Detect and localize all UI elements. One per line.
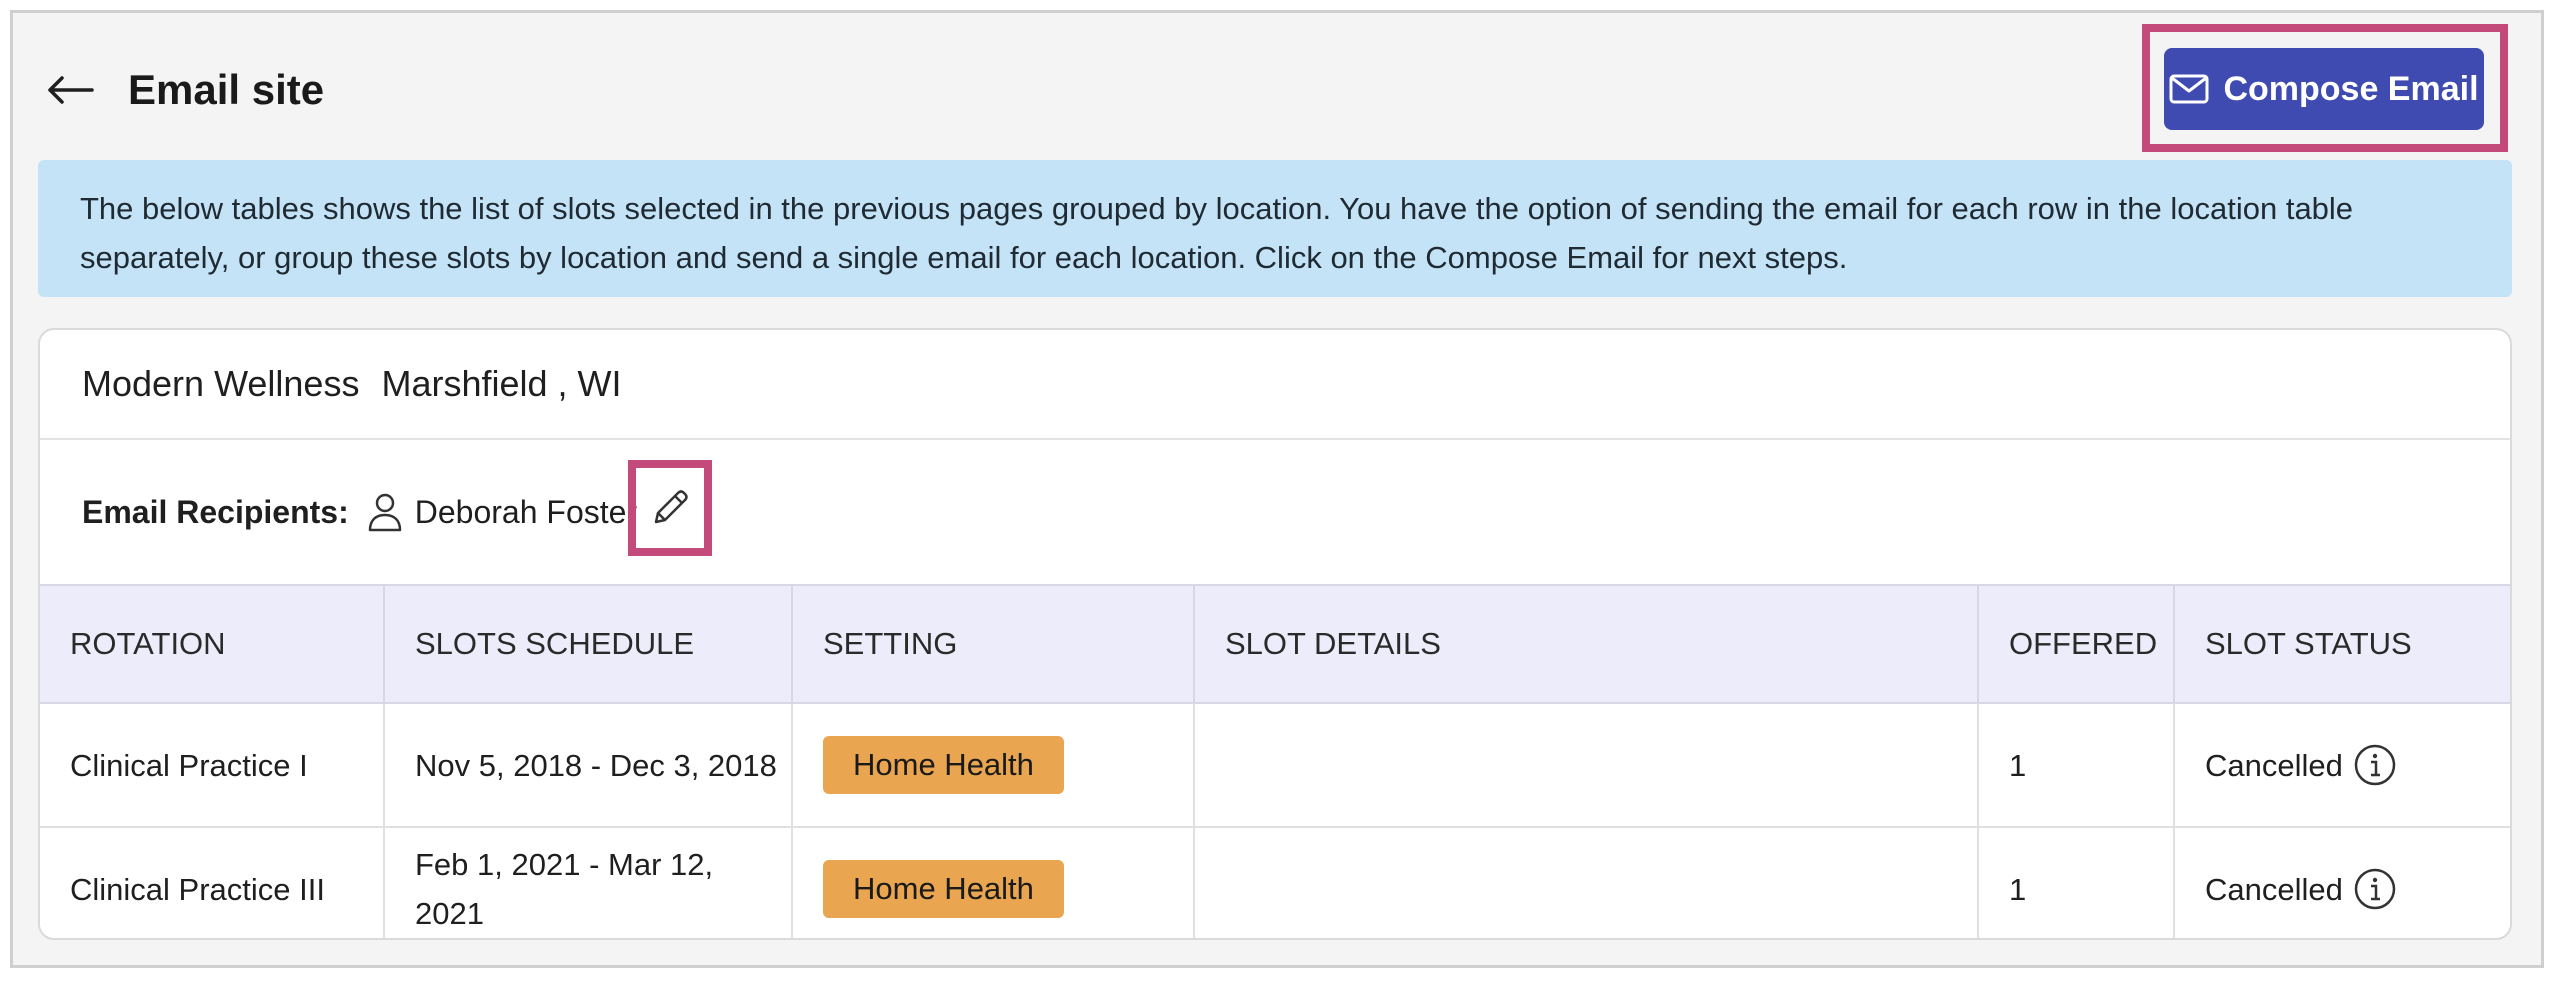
slot-status-cell: Cancelled: [2174, 827, 2510, 938]
info-banner: The below tables shows the list of slots…: [38, 160, 2512, 297]
schedule-cell: Feb 1, 2021 - Mar 12, 2021: [384, 827, 793, 938]
setting-cell: Home Health: [792, 703, 1195, 828]
slot-status-cell: Cancelled: [2174, 703, 2510, 828]
email-recipients-label: Email Recipients:: [82, 493, 349, 530]
offered-cell: 1: [1978, 703, 2175, 828]
location-header: Modern Wellness Marshfield , WI: [40, 330, 2510, 440]
column-header-rotation: ROTATION: [40, 584, 385, 704]
rotation-cell: Clinical Practice III: [40, 827, 385, 938]
arrow-left-icon[interactable]: [40, 60, 100, 120]
slots-table: ROTATION SLOTS SCHEDULE SETTING SLOT DET…: [40, 584, 2510, 938]
column-header-slot-details: SLOT DETAILS: [1194, 584, 1979, 704]
email-recipients-row: Email Recipients: Deborah Foster: [40, 440, 2510, 584]
column-header-setting: SETTING: [792, 584, 1195, 704]
compose-email-button[interactable]: Compose Email: [2164, 48, 2484, 130]
info-icon[interactable]: [2353, 867, 2397, 911]
info-banner-text: The below tables shows the list of slots…: [80, 191, 2354, 275]
person-icon: [367, 492, 403, 532]
location-name: Modern Wellness: [82, 363, 360, 404]
slot-status-text: Cancelled: [2205, 747, 2343, 783]
edit-recipients-button[interactable]: [628, 460, 712, 556]
recipient-name: Deborah Foster: [414, 493, 638, 530]
page-title: Email site: [128, 66, 325, 113]
table-row: Clinical Practice III Feb 1, 2021 - Mar …: [40, 827, 2510, 938]
rotation-cell: Clinical Practice I: [40, 703, 385, 828]
column-header-slot-status: SLOT STATUS: [2174, 584, 2510, 704]
setting-cell: Home Health: [792, 827, 1195, 938]
slot-status-text: Cancelled: [2205, 871, 2343, 907]
setting-badge: Home Health: [823, 736, 1064, 794]
column-header-slots-schedule: SLOTS SCHEDULE: [384, 584, 793, 704]
page-header: Email site: [40, 40, 324, 140]
table-row: Clinical Practice I Nov 5, 2018 - Dec 3,…: [40, 703, 2510, 828]
location-card: Modern Wellness Marshfield , WI Email Re…: [38, 328, 2512, 940]
column-header-offered: OFFERED: [1978, 584, 2175, 704]
schedule-cell: Nov 5, 2018 - Dec 3, 2018: [384, 703, 793, 828]
info-icon[interactable]: [2353, 743, 2397, 787]
slot-details-cell: [1194, 827, 1979, 938]
table-header-row: ROTATION SLOTS SCHEDULE SETTING SLOT DET…: [40, 584, 2510, 704]
mail-icon: [2169, 74, 2209, 104]
compose-email-label: Compose Email: [2223, 69, 2479, 108]
offered-cell: 1: [1978, 827, 2175, 938]
pencil-icon: [648, 486, 692, 530]
setting-badge: Home Health: [823, 860, 1064, 918]
slot-details-cell: [1194, 703, 1979, 828]
location-city: Marshfield , WI: [381, 363, 622, 404]
